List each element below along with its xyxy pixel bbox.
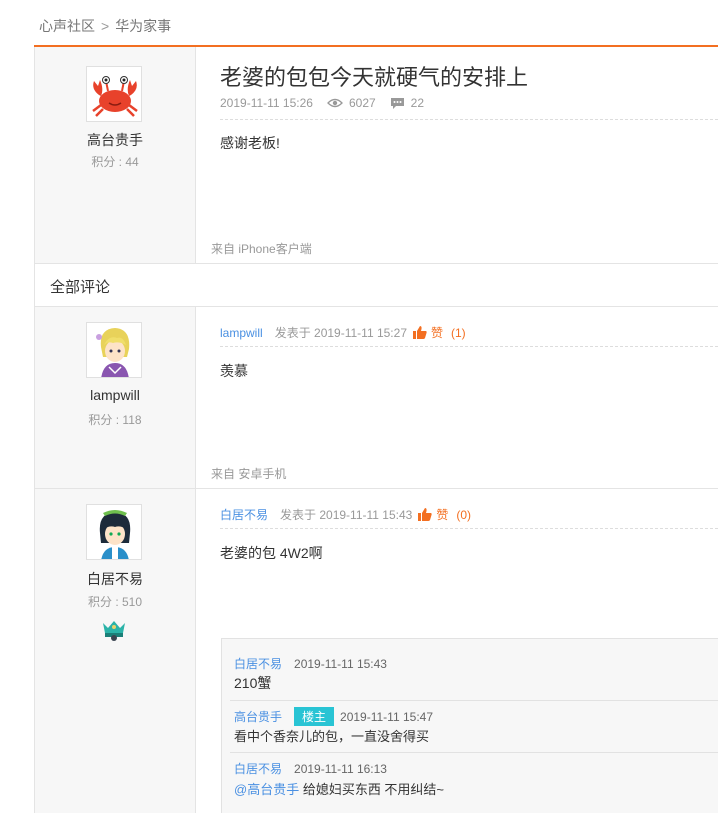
divider	[34, 488, 718, 489]
comment-meta: lampwill 发表于 2019-11-11 15:27 赞 (1)	[220, 324, 466, 341]
post-author-score: 积分 : 44	[91, 155, 139, 169]
post-date: 2019-11-11 15:26	[220, 96, 313, 110]
divider	[34, 263, 718, 264]
comment-source: 来自 安卓手机	[211, 467, 287, 481]
avatar[interactable]	[86, 322, 142, 378]
comment-user-link[interactable]: lampwill	[220, 326, 263, 340]
reply-text: @高台贵手 给媳妇买东西 不用纠结~	[234, 779, 444, 798]
thumbs-up-icon	[413, 326, 427, 339]
divider	[34, 306, 718, 307]
reply-time: 2019-11-11 15:47	[340, 709, 433, 724]
post-source: 来自 iPhone客户端	[211, 242, 312, 256]
like-count: (1)	[451, 325, 466, 340]
post-body: 感谢老板!	[220, 135, 280, 151]
reply-time: 2019-11-11 16:13	[294, 761, 387, 776]
comment-posted-time: 发表于 2019-11-11 15:27	[274, 326, 407, 340]
column-divider	[195, 47, 196, 263]
like-button[interactable]: 赞 (1)	[413, 324, 466, 341]
anime-avatar-icon	[99, 510, 131, 559]
dashed-divider	[220, 528, 718, 529]
reply-meta: 白居不易 2019-11-11 16:13	[234, 760, 387, 777]
comment-icon	[390, 97, 404, 109]
post-author-name[interactable]: 高台贵手	[35, 130, 195, 150]
comment-author-score: 积分 : 118	[88, 413, 142, 427]
avatar[interactable]	[86, 66, 142, 122]
reply-text: 210蟹	[234, 675, 272, 691]
post-meta: 2019-11-11 15:26 6027 22	[220, 96, 424, 110]
breadcrumb: 心声社区 > 华为家事	[39, 16, 171, 36]
post-title: 老婆的包包今天就硬气的安排上	[220, 65, 529, 90]
level-medal-icon	[101, 619, 127, 644]
reply-time: 2019-11-11 15:43	[294, 656, 387, 671]
reply-user-link[interactable]: 白居不易	[234, 655, 282, 672]
comment-author-name[interactable]: 白居不易	[35, 569, 195, 589]
post-comment-count: 22	[410, 96, 425, 110]
reply-text-body: 给媳妇买东西 不用纠结~	[299, 782, 445, 797]
comment-author-score: 积分 : 510	[87, 595, 143, 609]
breadcrumb-current[interactable]: 华为家事	[115, 18, 171, 34]
dashed-divider	[220, 119, 718, 120]
comment-user-link[interactable]: 白居不易	[220, 506, 268, 523]
reply-user-link[interactable]: 白居不易	[234, 760, 282, 777]
thumbs-up-icon	[418, 508, 432, 521]
reply-meta: 高台贵手 楼主 2019-11-11 15:47	[234, 707, 433, 726]
breadcrumb-root[interactable]: 心声社区	[39, 18, 95, 34]
mention-link[interactable]: @高台贵手	[234, 782, 299, 797]
comment-posted-time: 发表于 2019-11-11 15:43	[280, 508, 413, 522]
column-divider	[195, 307, 196, 813]
post-views: 6027	[348, 96, 376, 110]
reply-divider	[230, 752, 718, 753]
eye-icon	[327, 98, 343, 108]
comment-author-name[interactable]: lampwill	[35, 387, 195, 403]
comments-section-title: 全部评论	[50, 279, 111, 296]
like-label: 赞	[436, 508, 449, 522]
anime-avatar-icon	[96, 328, 130, 377]
comment-meta: 白居不易 发表于 2019-11-11 15:43 赞 (0)	[220, 506, 471, 523]
op-badge: 楼主	[294, 707, 335, 726]
comment-body: 羡慕	[220, 363, 248, 379]
breadcrumb-separator: >	[101, 18, 110, 34]
like-count: (0)	[456, 507, 472, 522]
crab-avatar-icon	[92, 76, 138, 117]
avatar[interactable]	[86, 504, 142, 560]
dashed-divider	[220, 346, 718, 347]
reply-divider	[230, 700, 718, 701]
reply-text: 看中个香奈儿的包，一直没舍得买	[234, 729, 430, 744]
like-button[interactable]: 赞 (0)	[418, 506, 471, 523]
reply-user-link[interactable]: 高台贵手	[234, 708, 282, 725]
comment-body: 老婆的包 4W2啊	[220, 545, 323, 561]
reply-meta: 白居不易 2019-11-11 15:43	[234, 655, 387, 672]
like-label: 赞	[431, 326, 444, 340]
reply-list: 白居不易 2019-11-11 15:43 210蟹 高台贵手 楼主 2019-…	[221, 638, 718, 813]
